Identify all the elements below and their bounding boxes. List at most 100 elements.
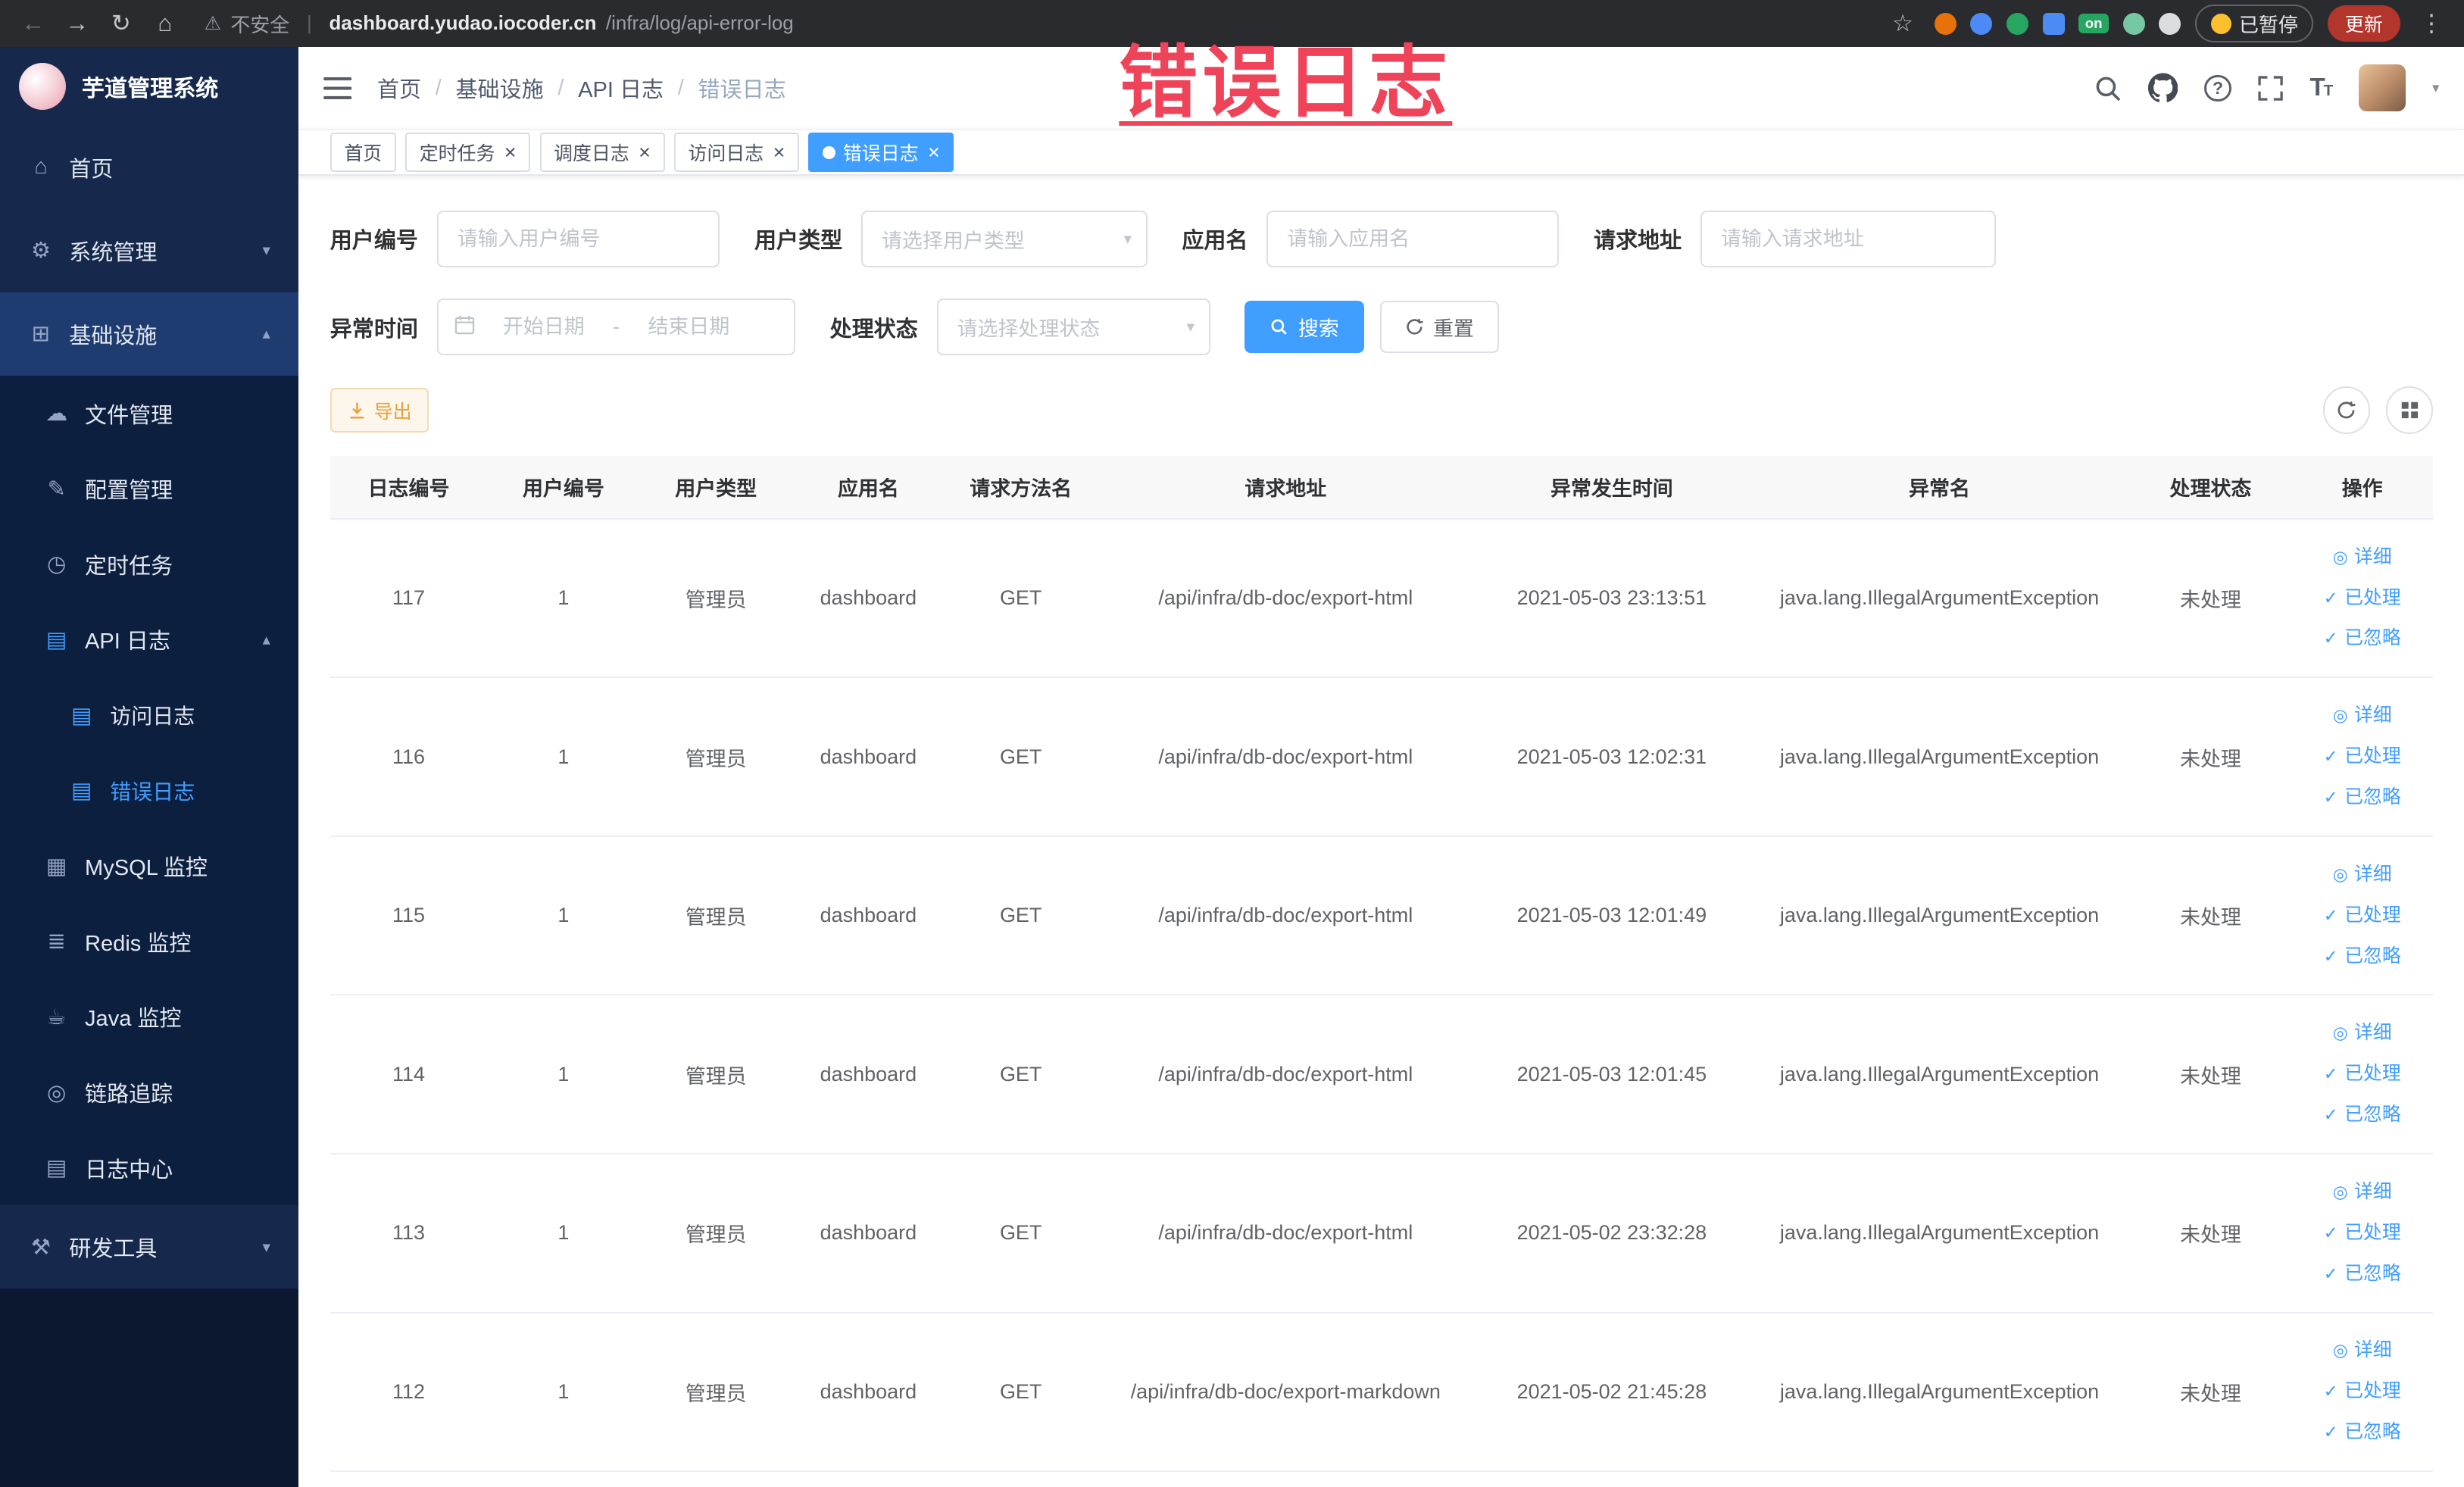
browser-forward-icon[interactable]: → [60,0,95,47]
url-path: /infra/log/api-error-log [605,12,794,34]
close-icon[interactable]: × [928,141,940,164]
detail-link[interactable]: ◎ 详细 [2300,854,2425,895]
extension-on-badge[interactable]: on [2078,14,2109,34]
sidebar-item-trace[interactable]: ◎ 链路追踪 [0,1054,298,1130]
column-settings-button[interactable] [2385,386,2434,434]
breadcrumb-infrastructure[interactable]: 基础设施 [455,72,543,104]
sidebar-collapse-icon[interactable] [323,77,352,99]
cell-status: 未处理 [2129,518,2292,679]
sidebar-item-redis-monitor[interactable]: ≣ Redis 监控 [0,904,298,979]
search-button[interactable]: 搜索 [1244,301,1364,353]
mark-ignored-link[interactable]: ✓ 已忽略 [2300,936,2425,977]
app-logo[interactable]: 芋道管理系统 [0,47,298,126]
refresh-button[interactable] [2322,386,2371,434]
github-icon[interactable] [2147,73,2178,103]
sidebar-item-home[interactable]: ⌂ 首页 [0,126,298,209]
sidebar-item-mysql-monitor[interactable]: ▦ MySQL 监控 [0,828,298,904]
mark-processed-link[interactable]: ✓ 已处理 [2300,1213,2425,1254]
detail-link[interactable]: ◎ 详细 [2300,1172,2425,1213]
calendar-icon [454,313,475,342]
sidebar-item-access-log[interactable]: ▤ 访问日志 [0,677,298,753]
detail-link[interactable]: ◎ 详细 [2300,1013,2425,1054]
date-start-input[interactable] [483,315,604,339]
sidebar-item-java-monitor[interactable]: ☕ Java 监控 [0,979,298,1055]
detail-link[interactable]: ◎ 详细 [2300,1330,2425,1371]
security-label[interactable]: 不安全 [230,10,289,38]
tab-scheduled-jobs[interactable]: 定时任务 × [405,133,531,173]
browser-reload-icon[interactable]: ↻ [104,0,139,47]
extension-icon-5[interactable] [2122,12,2145,35]
paused-badge[interactable]: 已暂停 [2194,5,2314,42]
export-button[interactable]: 导出 [329,388,429,433]
browser-back-icon[interactable]: ← [16,0,51,47]
tab-scheduler-log[interactable]: 调度日志 × [539,133,665,173]
mark-processed-link[interactable]: ✓ 已处理 [2300,895,2425,936]
check-icon: ✓ [2323,746,2338,767]
mark-ignored-link[interactable]: ✓ 已忽略 [2300,1412,2425,1453]
cell-method: GET [945,1312,1098,1473]
tab-access-log[interactable]: 访问日志 × [673,133,799,173]
browser-menu-icon[interactable]: ⋮ [2414,0,2449,47]
sidebar-item-file-mgmt[interactable]: ☁ 文件管理 [0,376,298,451]
mark-ignored-link[interactable]: ✓ 已忽略 [2300,1254,2425,1295]
check-icon: ✓ [2323,1422,2338,1442]
filter-row-1: 用户编号 用户类型 请选择用户类型 ▾ 应用名 请求地址 [330,211,2433,267]
mark-ignored-link[interactable]: ✓ 已忽略 [2300,777,2425,818]
sidebar-item-config-mgmt[interactable]: ✎ 配置管理 [0,451,298,527]
breadcrumb-home[interactable]: 首页 [377,72,421,104]
ignored-link-label: 已忽略 [2344,1262,2401,1284]
mark-processed-link[interactable]: ✓ 已处理 [2300,1371,2425,1412]
bookmark-star-icon[interactable]: ☆ [1885,0,1920,47]
close-icon[interactable]: × [504,141,517,164]
request-url-input[interactable] [1700,211,1997,267]
extension-icon-2[interactable] [1970,12,1993,35]
update-button[interactable]: 更新 [2328,5,2400,42]
sidebar-item-dev-tools[interactable]: ⚒ 研发工具 ▾ [0,1205,298,1289]
detail-link-label: 详细 [2353,545,2392,567]
extension-icon-1[interactable] [1934,12,1957,35]
sidebar-item-error-log[interactable]: ▤ 错误日志 [0,753,298,829]
breadcrumb-error-log: 错误日志 [698,78,786,103]
close-icon[interactable]: × [773,141,785,164]
extension-icon-4[interactable] [2042,12,2065,35]
detail-link[interactable]: ◎ 详细 [2300,537,2425,578]
sidebar-item-scheduled-jobs[interactable]: ◷ 定时任务 [0,526,298,602]
sidebar-item-log-center[interactable]: ▤ 日志中心 [0,1130,298,1206]
browser-home-icon[interactable]: ⌂ [148,0,183,47]
tab-home[interactable]: 首页 [329,133,396,173]
cell-user-type: 管理员 [639,677,792,837]
help-icon[interactable]: ? [2204,74,2231,102]
cell-user-type: 管理员 [639,518,792,679]
mark-processed-link[interactable]: ✓ 已处理 [2300,736,2425,777]
date-end-input[interactable] [629,315,749,339]
user-type-select[interactable]: 请选择用户类型 ▾ [861,211,1148,267]
user-menu-caret-icon[interactable]: ▾ [2432,80,2439,96]
detail-link[interactable]: ◎ 详细 [2300,695,2425,736]
search-icon[interactable] [2094,75,2121,102]
process-status-select[interactable]: 请选择处理状态 ▾ [936,298,1210,355]
mark-ignored-link[interactable]: ✓ 已忽略 [2300,618,2425,659]
processed-link-label: 已处理 [2344,1380,2401,1402]
app-name-input[interactable] [1266,211,1560,267]
sidebar-item-infrastructure[interactable]: ⊞ 基础设施 ▴ [0,292,299,376]
user-avatar[interactable] [2358,64,2406,112]
address-bar[interactable]: ⚠ 不安全 | dashboard.yudao.iocoder.cn/infra… [205,10,1876,38]
extension-icon-3[interactable] [2006,12,2029,35]
fullscreen-icon[interactable] [2258,76,2283,101]
filter-process-status: 处理状态 请选择处理状态 ▾ [830,298,1210,355]
sidebar-item-api-log[interactable]: ▤ API 日志 ▴ [0,602,298,678]
close-icon[interactable]: × [639,141,651,164]
reset-button[interactable]: 重置 [1379,301,1500,353]
date-range-picker[interactable]: - [436,298,795,355]
mark-ignored-link[interactable]: ✓ 已忽略 [2300,1095,2425,1136]
font-size-icon[interactable]: TT [2309,73,2333,102]
mark-processed-link[interactable]: ✓ 已处理 [2300,1054,2425,1095]
sidebar-item-label: 首页 [69,157,114,182]
cell-user-id: 1 [487,836,640,996]
sidebar-item-system[interactable]: ⚙ 系统管理 ▾ [0,209,298,292]
user-id-input[interactable] [436,211,720,267]
mark-processed-link[interactable]: ✓ 已处理 [2300,578,2425,619]
tab-error-log[interactable]: 错误日志 × [808,133,954,173]
breadcrumb-api-log[interactable]: API 日志 [578,72,664,104]
extension-icon-6[interactable] [2159,12,2181,35]
